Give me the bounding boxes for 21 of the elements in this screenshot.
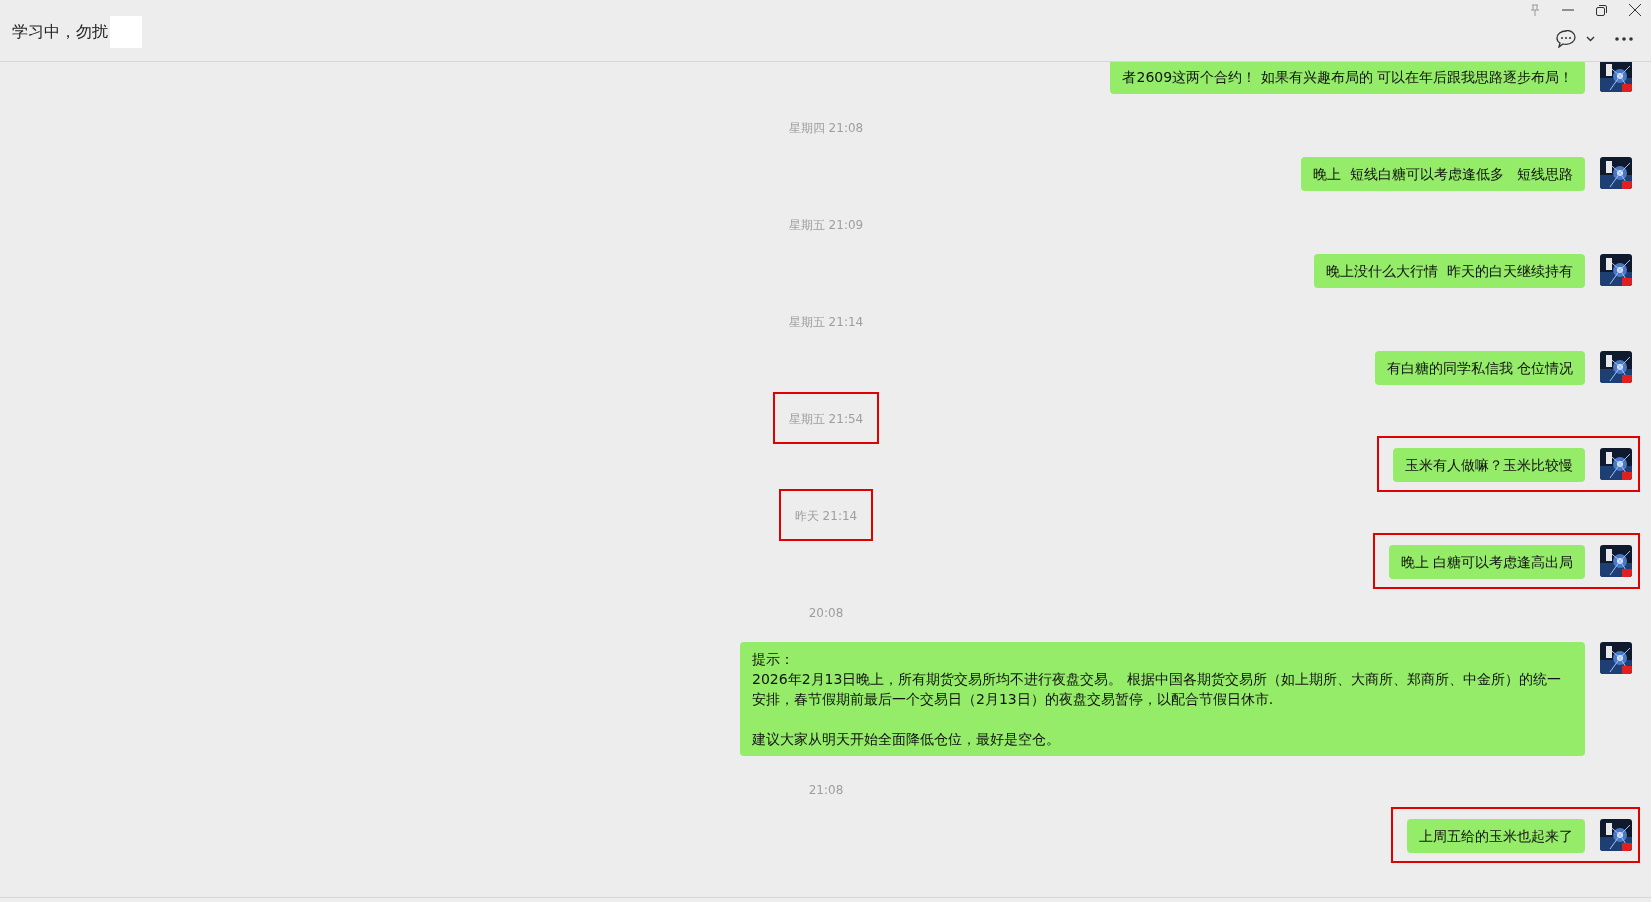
timestamp: 21:08 [808, 783, 844, 797]
message-bubble: 玉米有人做嘛？玉米比较慢 [1393, 448, 1585, 482]
message-bubble: 者2609这两个合约！ 如果有兴趣布局的 可以在年后跟我思路逐步布局！ [1110, 62, 1585, 94]
message-bubble: 有白糖的同学私信我 仓位情况 [1374, 351, 1585, 385]
close-icon[interactable] [1629, 4, 1641, 16]
message-bubble: 晚上 短线白糖可以考虑逢低多 短线思路 [1300, 157, 1585, 191]
chat-bubble-icon[interactable] [1556, 30, 1576, 48]
maximize-icon[interactable] [1596, 4, 1607, 16]
message-bubble: 晚上没什么大行情 昨天的白天继续持有 [1314, 254, 1585, 288]
timestamp: 星期四 21:08 [788, 121, 864, 135]
timestamp: 20:08 [808, 606, 844, 620]
more-icon[interactable] [1615, 37, 1633, 41]
timestamp: 昨天 21:14 [794, 509, 858, 523]
timestamp: 星期五 21:54 [788, 412, 864, 426]
chevron-down-icon[interactable] [1586, 36, 1595, 42]
message-bubble: 上周五给的玉米也起来了 [1407, 819, 1585, 853]
message-bubble: 提示： 2026年2月13日晚上，所有期货交易所均不进行夜盘交易。 根据中国各期货交易所（如上期所、大商所、郑商所、中金所）的统一安排，春节假期前最后一个交易日（2月13日）的夜盘交易暂停，以配合节假日休市. 建议大家从明天开始全面降低仓位，最好是空仓。 [740, 642, 1585, 756]
timestamp: 星期五 21:14 [788, 315, 864, 329]
message-bubble: 晚上 白糖可以考虑逢高出局 [1388, 545, 1585, 579]
window-title: 学习中，勿扰 [12, 20, 108, 43]
timestamp: 星期五 21:09 [788, 218, 864, 232]
